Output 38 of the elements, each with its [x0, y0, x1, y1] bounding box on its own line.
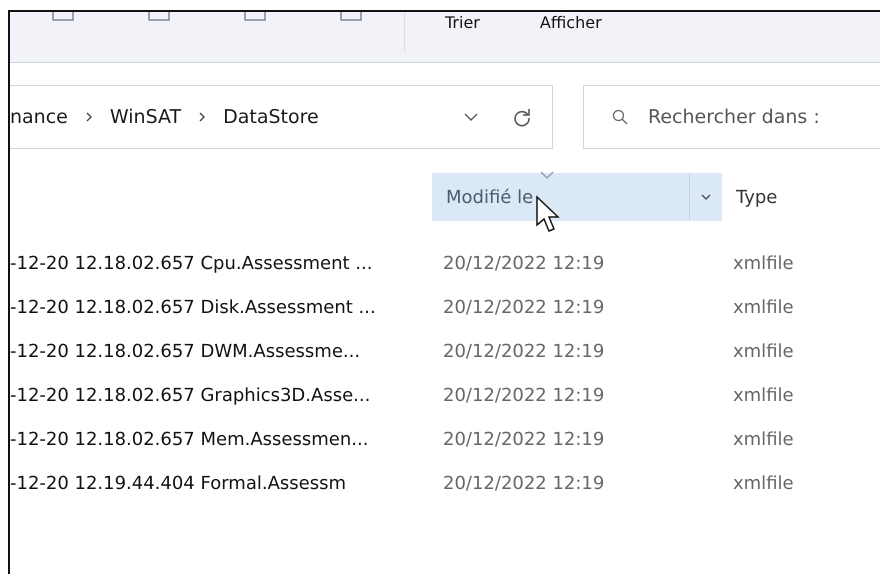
dropdown-icon[interactable] — [464, 112, 478, 122]
toolbar-icon[interactable] — [50, 12, 76, 24]
search-box[interactable]: Rechercher dans : — [583, 85, 880, 149]
toolbar-button[interactable]: Trier — [445, 13, 480, 33]
file-type: xmlfile — [733, 428, 794, 450]
file-name[interactable]: -12-20 12.19.44.404 Formal.Assessm — [10, 472, 346, 494]
file-name[interactable]: -12-20 12.18.02.657 Graphics3D.Asse... — [10, 384, 370, 406]
toolbar-icon[interactable] — [242, 12, 268, 24]
search-icon — [612, 109, 628, 125]
file-name[interactable]: -12-20 12.18.02.657 Mem.Assessmen... — [10, 428, 368, 450]
column-header[interactable]: Type — [722, 173, 862, 221]
breadcrumb-item[interactable]: WinSAT — [110, 106, 182, 128]
toolbar-button[interactable]: Afficher — [540, 13, 602, 33]
toolbar-icon[interactable] — [146, 12, 172, 24]
file-type: xmlfile — [733, 472, 794, 494]
file-name[interactable]: -12-20 12.18.02.657 DWM.Assessme... — [10, 340, 360, 362]
modified-date: 20/12/2022 12:19 — [443, 472, 604, 494]
modified-date: 20/12/2022 12:19 — [443, 384, 604, 406]
file-type: xmlfile — [733, 340, 794, 362]
modified-date: 20/12/2022 12:19 — [443, 340, 604, 362]
file-name[interactable]: -12-20 12.18.02.657 Disk.Assessment ... — [10, 296, 376, 318]
chevron-icon — [701, 194, 711, 200]
address-bar[interactable]: nance WinSAT DataStore — [10, 85, 553, 149]
breadcrumb-item[interactable]: DataStore — [223, 106, 319, 128]
file-type: xmlfile — [733, 296, 794, 318]
sort-icon — [540, 171, 554, 179]
breadcrumb-item[interactable]: nance — [10, 106, 68, 128]
mouse-pointer-icon — [535, 195, 561, 235]
modified-date: 20/12/2022 12:19 — [443, 296, 604, 318]
file-type: xmlfile — [733, 252, 794, 274]
search-field[interactable]: Rechercher dans : — [646, 105, 880, 129]
modified-date: 20/12/2022 12:19 — [443, 428, 604, 450]
file-name[interactable]: -12-20 12.18.02.657 Cpu.Assessment ... — [10, 252, 372, 274]
file-type: xmlfile — [733, 384, 794, 406]
column-header[interactable]: Modifié le — [432, 173, 722, 221]
toolbar-icon[interactable] — [338, 12, 364, 24]
modified-date: 20/12/2022 12:19 — [443, 252, 604, 274]
refresh-icon[interactable] — [512, 107, 532, 127]
